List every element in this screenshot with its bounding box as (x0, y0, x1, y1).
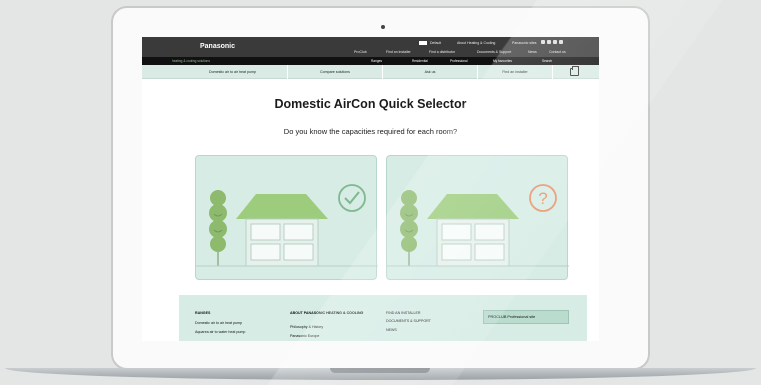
footer-link-europe[interactable]: Panasonic Europe (290, 334, 319, 338)
footer-news[interactable]: NEWS (386, 328, 397, 332)
news-link[interactable]: News (528, 50, 537, 54)
footer-ranges-heading: RANGES (195, 311, 211, 315)
option-card-no[interactable]: ? (386, 155, 569, 280)
professional-menu[interactable]: Professional (450, 59, 468, 63)
footer: RANGES Domestic air to air heat pump Aqu… (179, 295, 587, 341)
find-installer-link[interactable]: Find an installer (386, 50, 411, 54)
house-illustration-yes (196, 184, 378, 267)
page-question: Do you know the capacities required for … (283, 127, 458, 136)
ranges-menu[interactable]: Ranges (371, 59, 382, 63)
sub-bar: heating & cooling solutions Ranges Resid… (142, 57, 599, 65)
footer-find-installer[interactable]: FIND AN INSTALLER (386, 311, 420, 315)
favourites-link[interactable]: My favourites (493, 59, 512, 63)
top-link-sites[interactable]: Panasonic sites (512, 41, 537, 45)
proclub-link[interactable]: ProClub (354, 50, 367, 54)
facebook-icon[interactable] (541, 40, 545, 44)
youtube-icon[interactable] (547, 40, 551, 44)
top-link-about[interactable]: About Heating & Cooling (457, 41, 495, 45)
footer-about-heading: ABOUT PANASONIC HEATING & COOLING (290, 311, 364, 315)
footer-link-aquarea[interactable]: Aquarea air to water heat pump (195, 330, 245, 334)
panasonic-logo[interactable]: Panasonic (200, 43, 235, 50)
search-link[interactable]: Search (542, 59, 552, 63)
browser-screen: Panasonic Default About Heating & Coolin… (142, 37, 599, 341)
print-icon[interactable] (570, 66, 579, 76)
page-title: Domestic AirCon Quick Selector (274, 97, 467, 111)
linkedin-icon[interactable] (553, 40, 557, 44)
footer-link-domestic[interactable]: Domestic air to air heat pump (195, 321, 242, 325)
instagram-icon[interactable] (559, 40, 563, 44)
nav-find-installer[interactable]: Find an installer (478, 65, 553, 79)
camera-dot (381, 25, 385, 29)
contact-link[interactable]: Contact us (549, 50, 566, 54)
laptop-notch (330, 368, 430, 373)
secondary-nav: Domestic air to air heat pump Compare so… (142, 65, 599, 79)
footer-link-history[interactable]: Philosophy & History (290, 325, 323, 329)
check-circle-icon (338, 184, 366, 212)
question-circle-icon: ? (529, 184, 557, 212)
footer-documents[interactable]: DOCUMENTS & SUPPORT (386, 319, 431, 323)
nav-compare[interactable]: Compare solutions (288, 65, 383, 79)
top-link-default[interactable]: Default (430, 41, 441, 45)
option-card-yes[interactable] (195, 155, 378, 280)
tagline: heating & cooling solutions (172, 59, 210, 63)
documents-link[interactable]: Documents & Support (477, 50, 511, 54)
svg-text:?: ? (538, 189, 547, 208)
find-distributor-link[interactable]: Find a distributor (429, 50, 455, 54)
proclub-button[interactable]: PROCLUB Professional site (483, 310, 569, 324)
nav-domestic-air[interactable]: Domestic air to air heat pump (178, 65, 288, 79)
residential-menu[interactable]: Residential (412, 59, 428, 63)
flag-icon[interactable] (419, 41, 427, 45)
house-illustration-no: ? (387, 184, 569, 267)
nav-ask-us[interactable]: Ask us (383, 65, 478, 79)
top-bar: Panasonic Default About Heating & Coolin… (142, 37, 599, 57)
